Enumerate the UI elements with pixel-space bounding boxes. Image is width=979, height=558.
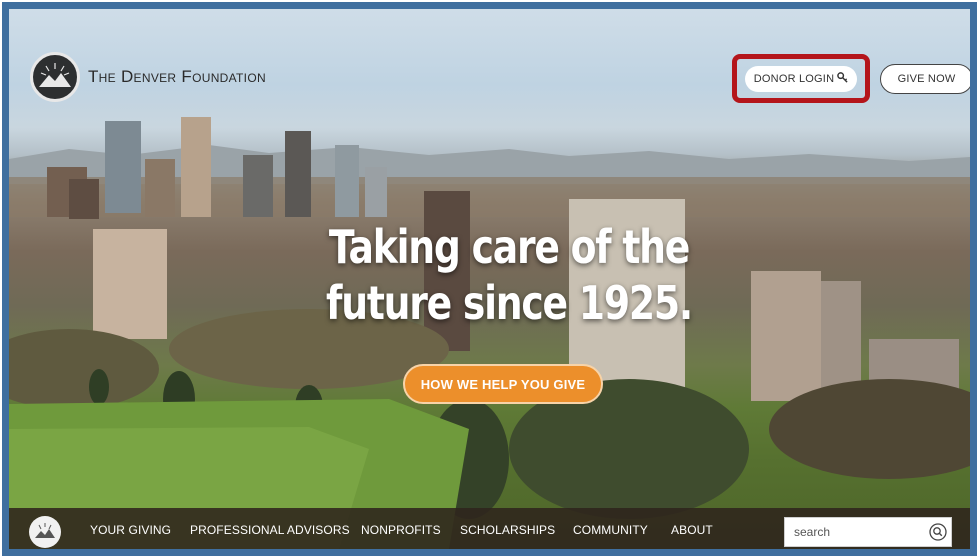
hero-headline: Taking care of the future since 1925. (296, 219, 722, 331)
search-icon[interactable] (929, 523, 947, 541)
nav-item-your-giving[interactable]: YOUR GIVING (90, 523, 171, 537)
nav-item-community[interactable]: COMMUNITY (573, 523, 648, 537)
donor-login-highlight: DONOR LOGIN (732, 54, 870, 103)
headline-line-2: future since 1925. (326, 276, 693, 330)
nav-item-professional-advisors[interactable]: PROFESSIONAL ADVISORS (190, 523, 350, 537)
mountain-sun-logo-icon (30, 52, 80, 102)
nav-item-scholarships[interactable]: SCHOLARSHIPS (460, 523, 555, 537)
nav-item-nonprofits[interactable]: NONPROFITS (361, 523, 441, 537)
site-logo[interactable]: The Denver Foundation (30, 52, 266, 102)
nav-home-logo-icon[interactable] (29, 516, 61, 548)
how-we-help-you-give-button[interactable]: HOW WE HELP YOU GIVE (403, 364, 603, 404)
page-frame: The Denver Foundation DONOR LOGIN GIVE N… (2, 2, 977, 556)
search-box (784, 517, 952, 547)
donor-login-button[interactable]: DONOR LOGIN (745, 66, 857, 92)
donor-login-label: DONOR LOGIN (753, 73, 835, 85)
nav-item-about[interactable]: ABOUT (671, 523, 713, 537)
give-now-button[interactable]: GIVE NOW (880, 64, 970, 94)
key-icon (837, 72, 848, 86)
main-navigation: YOUR GIVING PROFESSIONAL ADVISORS NONPRO… (9, 508, 970, 549)
headline-line-1: Taking care of the (328, 220, 690, 274)
search-input[interactable] (785, 518, 925, 546)
logo-text: The Denver Foundation (88, 67, 266, 86)
